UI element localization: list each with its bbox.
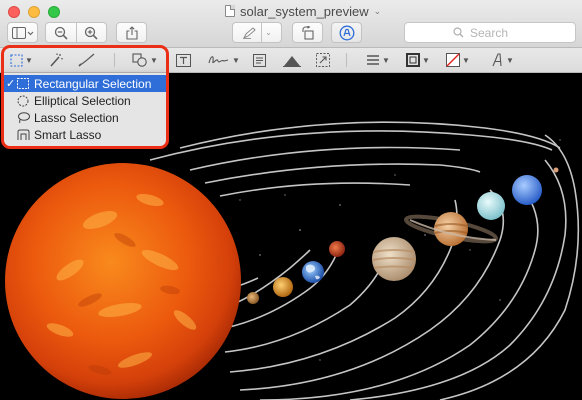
highlighter-icon	[243, 26, 256, 39]
sidebar-view-button[interactable]	[7, 22, 38, 43]
uranus	[477, 192, 505, 220]
zoom-window-button[interactable]	[48, 6, 60, 18]
checkmark-icon: ✓	[6, 78, 16, 90]
markup-toolbar: ▼ ▼ ▼ ▼ ▼ ▼ ▼	[0, 48, 582, 73]
menu-item-label: Elliptical Selection	[34, 93, 131, 108]
markup-pen-icon	[339, 25, 354, 40]
menu-item-smart-lasso[interactable]: Smart Lasso	[2, 126, 167, 143]
notes-tool-button[interactable]	[253, 52, 266, 68]
zoom-in-icon	[85, 26, 98, 40]
fill-color-icon	[446, 53, 460, 67]
mars	[329, 241, 345, 257]
zoom-in-button[interactable]	[77, 26, 107, 40]
pluto	[553, 167, 559, 173]
neptune	[512, 175, 542, 205]
chevron-down-icon: ▼	[25, 55, 33, 65]
shapes-tool-button[interactable]: ▼	[132, 52, 158, 68]
chevron-down-icon: ▼	[422, 55, 430, 65]
close-window-button[interactable]	[8, 6, 20, 18]
window-titlebar: solar_system_preview ⌄ ⌄ Search	[0, 0, 582, 48]
search-placeholder: Search	[470, 25, 509, 40]
rect-selection-icon	[10, 53, 23, 67]
lines-icon	[367, 55, 379, 65]
text-tool-button[interactable]	[176, 52, 191, 68]
note-icon	[253, 53, 266, 67]
share-button[interactable]	[116, 22, 147, 43]
shape-style-button[interactable]: ▼	[366, 52, 390, 68]
share-icon	[125, 25, 138, 40]
chevron-down-icon: ▼	[150, 55, 158, 65]
chevron-down-icon: ▼	[462, 55, 470, 65]
highlight-tool-button[interactable]: ⌄	[232, 22, 282, 43]
fill-color-button[interactable]: ▼	[446, 52, 470, 68]
rect-dashed-icon	[16, 78, 30, 90]
chevron-down-icon: ⌄	[373, 5, 382, 16]
document-icon	[225, 5, 235, 17]
menu-item-elliptical-selection[interactable]: Elliptical Selection	[2, 92, 167, 109]
window-title[interactable]: solar_system_preview ⌄	[225, 3, 381, 19]
sidebar-icon	[11, 26, 33, 39]
magic-wand-icon	[50, 53, 63, 67]
instant-alpha-button[interactable]	[48, 52, 64, 68]
text-style-button[interactable]: ▼	[490, 52, 514, 68]
chevron-down-icon: ⌄	[265, 28, 272, 37]
zoom-out-button[interactable]	[46, 26, 76, 40]
chevron-down-icon: ▼	[232, 55, 240, 65]
window-title-text: solar_system_preview	[240, 3, 369, 19]
menu-item-rectangular-selection[interactable]: ✓ Rectangular Selection	[2, 75, 167, 92]
mercury	[247, 292, 259, 304]
zoom-out-icon	[54, 26, 68, 40]
adjust-size-button[interactable]	[316, 52, 330, 68]
search-icon	[453, 27, 464, 38]
chevron-down-icon: ▼	[382, 55, 390, 65]
sketch-tool-button[interactable]	[78, 52, 96, 68]
smart-lasso-icon	[16, 129, 30, 141]
earth	[302, 261, 324, 283]
minimize-window-button[interactable]	[28, 6, 40, 18]
jupiter	[371, 237, 417, 281]
search-field[interactable]: Search	[404, 22, 576, 43]
lasso-icon	[16, 111, 30, 124]
border-color-button[interactable]: ▼	[406, 52, 430, 68]
sketch-icon	[78, 53, 95, 67]
venus	[273, 277, 293, 297]
rotate-left-icon	[301, 25, 314, 40]
menu-item-label: Smart Lasso	[34, 127, 102, 142]
rotate-button[interactable]	[292, 22, 323, 43]
signature-icon	[208, 56, 229, 64]
ellipse-dashed-icon	[16, 95, 30, 107]
zoom-controls	[45, 22, 107, 43]
adjust-color-button[interactable]	[283, 52, 301, 68]
markup-toolbar-button[interactable]	[331, 22, 362, 43]
sun	[5, 163, 241, 399]
adjust-color-icon	[283, 55, 301, 67]
border-color-icon	[406, 53, 420, 67]
selection-tools-menu: ✓ Rectangular Selection Elliptical Selec…	[2, 73, 167, 147]
menu-item-label: Lasso Selection	[34, 110, 119, 125]
text-box-icon	[176, 53, 191, 67]
signature-tool-button[interactable]: ▼	[208, 52, 240, 68]
selection-tools-button[interactable]: ▼	[10, 52, 33, 68]
menu-item-label: Rectangular Selection	[34, 76, 152, 91]
resize-icon	[316, 53, 330, 67]
shapes-icon	[132, 53, 147, 67]
menu-item-lasso-selection[interactable]: Lasso Selection	[2, 109, 167, 126]
chevron-down-icon: ▼	[506, 55, 514, 65]
text-style-icon	[492, 53, 502, 67]
